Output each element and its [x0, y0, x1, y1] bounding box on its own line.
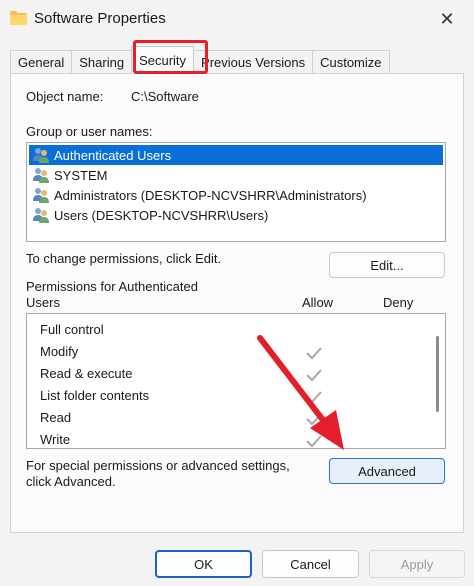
edit-button[interactable]: Edit... [329, 252, 445, 278]
group-names-label: Group or user names: [26, 124, 153, 139]
object-name-label: Object name: [26, 89, 104, 104]
window-title: Software Properties [34, 10, 166, 27]
cancel-button[interactable]: Cancel [262, 550, 359, 578]
ok-button[interactable]: OK [155, 550, 252, 578]
close-icon[interactable]: ✕ [439, 9, 454, 30]
close-button[interactable]: ✕ [436, 8, 458, 30]
users-group-icon [33, 168, 49, 183]
deny-column-header: Deny [383, 295, 414, 310]
user-row-system[interactable]: SYSTEM [27, 165, 445, 185]
checkmark-icon [306, 413, 322, 426]
checkmark-icon [306, 435, 322, 448]
perm-row-list-folder-contents: List folder contents [40, 387, 150, 403]
tab-general[interactable]: General [10, 50, 73, 74]
user-name: SYSTEM [54, 167, 108, 183]
checkmark-icon [306, 391, 322, 404]
users-group-icon [33, 208, 49, 223]
users-group-icon [33, 188, 49, 203]
tab-sharing[interactable]: Sharing [71, 50, 133, 74]
group-user-list[interactable]: Authenticated Users SYSTEM Administrator… [26, 142, 446, 242]
object-name-value: C:\Software [131, 89, 199, 104]
perm-row-modify: Modify [40, 343, 79, 359]
tab-strip: General Sharing Security Previous Versio… [10, 46, 390, 74]
tab-security[interactable]: Security [131, 46, 195, 74]
permissions-label: Permissions for Authenticated Users [26, 279, 198, 310]
checkmark-icon [306, 347, 322, 360]
allow-column-header: Allow [302, 295, 334, 310]
tab-customize[interactable]: Customize [312, 50, 390, 74]
checkmark-icon [306, 369, 322, 382]
special-permissions-text: For special permissions or advanced sett… [26, 458, 290, 489]
perm-row-read-execute: Read & execute [40, 365, 133, 381]
permissions-list[interactable]: Full control Modify Read & execute List … [26, 313, 446, 449]
permissions-scrollbar[interactable] [436, 336, 439, 412]
user-row-users[interactable]: Users (DESKTOP-NCVSHRR\Users) [27, 205, 445, 225]
perm-row-write: Write [40, 431, 71, 447]
user-row-authenticated-users[interactable]: Authenticated Users [29, 145, 443, 165]
users-group-icon [33, 148, 49, 163]
advanced-button[interactable]: Advanced [329, 458, 445, 484]
title-bar: Software Properties ✕ [0, 0, 474, 38]
user-name: Users (DESKTOP-NCVSHRR\Users) [54, 207, 269, 223]
perm-row-read: Read [40, 409, 72, 425]
perm-row-full-control: Full control [40, 321, 104, 337]
apply-button[interactable]: Apply [369, 550, 465, 578]
tab-previous-versions[interactable]: Previous Versions [193, 50, 314, 74]
user-name: Administrators (DESKTOP-NCVSHRR\Administ… [54, 187, 367, 203]
user-name: Authenticated Users [54, 147, 172, 163]
change-permissions-text: To change permissions, click Edit. [26, 251, 222, 266]
user-row-administrators[interactable]: Administrators (DESKTOP-NCVSHRR\Administ… [27, 185, 445, 205]
folder-icon [10, 11, 27, 25]
